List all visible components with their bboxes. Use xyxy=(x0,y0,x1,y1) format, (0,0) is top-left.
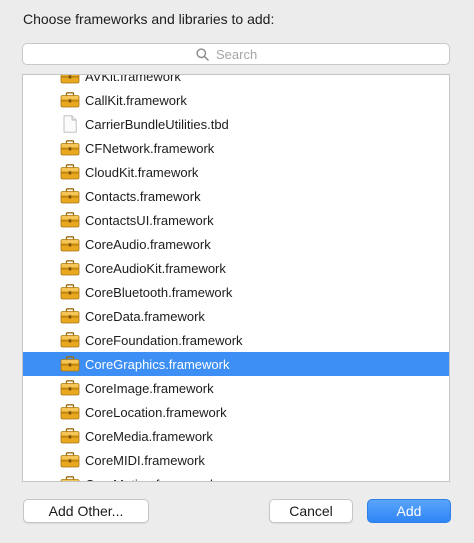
list-item[interactable]: CoreAudio.framework xyxy=(23,232,449,256)
list-item-label: CoreAudio.framework xyxy=(85,236,211,252)
document-icon xyxy=(60,115,80,133)
toolbox-icon xyxy=(60,91,80,109)
toolbox-icon xyxy=(60,75,80,85)
list-item-label: CoreGraphics.framework xyxy=(85,356,230,372)
list-item[interactable]: CoreMedia.framework xyxy=(23,424,449,448)
list-item[interactable]: CarrierBundleUtilities.tbd xyxy=(23,112,449,136)
list-item-label: CoreMedia.framework xyxy=(85,428,213,444)
list-item-label: CloudKit.framework xyxy=(85,164,199,180)
list-item-label: CoreBluetooth.framework xyxy=(85,284,233,300)
toolbox-icon xyxy=(60,403,80,421)
toolbox-icon xyxy=(60,427,80,445)
list-item-label: CoreMotion.framework xyxy=(85,477,217,482)
list-item-label: CoreData.framework xyxy=(85,308,205,324)
list-item-label: CoreFoundation.framework xyxy=(85,332,243,348)
cancel-button[interactable]: Cancel xyxy=(269,499,353,523)
list-item[interactable]: CoreBluetooth.framework xyxy=(23,280,449,304)
search-input[interactable] xyxy=(216,46,276,62)
list-item-label: AVKit.framework xyxy=(85,74,181,84)
add-button[interactable]: Add xyxy=(367,499,451,523)
list-item[interactable]: Contacts.framework xyxy=(23,184,449,208)
list-item[interactable]: CoreMotion.framework xyxy=(23,472,449,482)
list-item-label: CallKit.framework xyxy=(85,92,187,108)
list-item[interactable]: CoreAudioKit.framework xyxy=(23,256,449,280)
toolbox-icon xyxy=(60,235,80,253)
list-item[interactable]: CoreLocation.framework xyxy=(23,400,449,424)
list-item-label: CoreLocation.framework xyxy=(85,404,227,420)
list-item[interactable]: ContactsUI.framework xyxy=(23,208,449,232)
toolbox-icon xyxy=(60,475,80,481)
search-field[interactable] xyxy=(22,43,450,65)
toolbox-icon xyxy=(60,211,80,229)
list-item-label: CoreImage.framework xyxy=(85,380,214,396)
list-item[interactable]: CallKit.framework xyxy=(23,88,449,112)
list-item-label: Contacts.framework xyxy=(85,188,201,204)
toolbox-icon xyxy=(60,451,80,469)
toolbox-icon xyxy=(60,283,80,301)
toolbox-icon xyxy=(60,331,80,349)
list-item[interactable]: CloudKit.framework xyxy=(23,160,449,184)
list-item[interactable]: CoreFoundation.framework xyxy=(23,328,449,352)
toolbox-icon xyxy=(60,259,80,277)
dialog-title: Choose frameworks and libraries to add: xyxy=(23,11,275,27)
list-item[interactable]: CoreGraphics.framework xyxy=(23,352,449,376)
list-item[interactable]: CoreMIDI.framework xyxy=(23,448,449,472)
list-item-label: CFNetwork.framework xyxy=(85,140,215,156)
list-item[interactable]: CoreImage.framework xyxy=(23,376,449,400)
toolbox-icon xyxy=(60,139,80,157)
list-item-label: CoreMIDI.framework xyxy=(85,452,205,468)
list-item-label: CarrierBundleUtilities.tbd xyxy=(85,116,229,132)
toolbox-icon xyxy=(60,379,80,397)
toolbox-icon xyxy=(60,187,80,205)
toolbox-icon xyxy=(60,307,80,325)
toolbox-icon xyxy=(60,355,80,373)
list-item[interactable]: AVKit.framework xyxy=(23,74,449,88)
framework-list-content: AVKit.framework CallKit.framework Carrie… xyxy=(23,74,449,482)
toolbox-icon xyxy=(60,163,80,181)
list-item-label: CoreAudioKit.framework xyxy=(85,260,226,276)
framework-list[interactable]: AVKit.framework CallKit.framework Carrie… xyxy=(22,74,450,482)
search-icon xyxy=(196,47,210,61)
list-item[interactable]: CoreData.framework xyxy=(23,304,449,328)
list-item[interactable]: CFNetwork.framework xyxy=(23,136,449,160)
list-item-label: ContactsUI.framework xyxy=(85,212,214,228)
add-other-button[interactable]: Add Other... xyxy=(23,499,149,523)
